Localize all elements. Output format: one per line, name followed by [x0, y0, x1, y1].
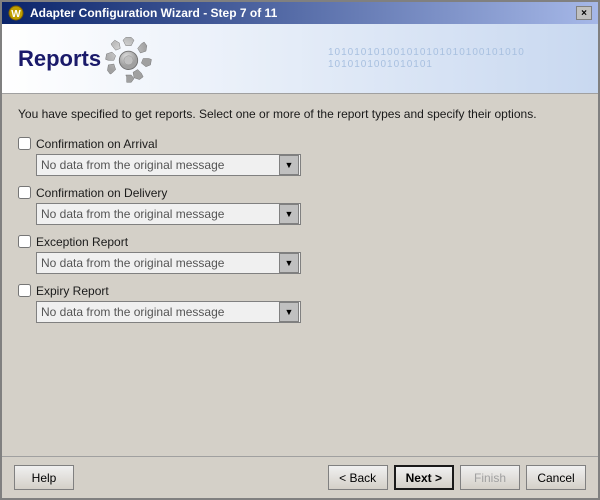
dropdown-wrapper-2: No data from the original message Includ…: [36, 252, 301, 274]
report-item-2: Exception Report No data from the origin…: [18, 235, 582, 274]
checkbox-row-3: Expiry Report: [18, 284, 582, 298]
checkbox-label-1: Confirmation on Delivery: [36, 186, 167, 200]
banner: Reports 10101010100101010101010010101010…: [2, 24, 598, 94]
footer-right: < Back Next > Finish Cancel: [328, 465, 586, 490]
page-title: Reports: [18, 46, 101, 72]
dropdown-expiry-report[interactable]: No data from the original message Includ…: [36, 301, 301, 323]
banner-bg-text: 1010101010010101010101001010101010101001…: [328, 24, 528, 94]
dropdown-exception-report[interactable]: No data from the original message Includ…: [36, 252, 301, 274]
description-text: You have specified to get reports. Selec…: [18, 106, 582, 123]
report-item-1: Confirmation on Delivery No data from th…: [18, 186, 582, 225]
checkbox-label-3: Expiry Report: [36, 284, 109, 298]
cancel-button[interactable]: Cancel: [526, 465, 586, 490]
wizard-icon: W: [8, 5, 24, 21]
dropdown-confirmation-delivery[interactable]: No data from the original message Includ…: [36, 203, 301, 225]
footer-left: Help: [14, 465, 74, 490]
dropdown-wrapper-3: No data from the original message Includ…: [36, 301, 301, 323]
main-window: W Adapter Configuration Wizard - Step 7 …: [0, 0, 600, 500]
checkbox-expiry-report[interactable]: [18, 284, 31, 297]
dropdown-row-2: No data from the original message Includ…: [36, 252, 582, 274]
dropdown-confirmation-arrival[interactable]: No data from the original message Includ…: [36, 154, 301, 176]
dropdown-wrapper-0: No data from the original message Includ…: [36, 154, 301, 176]
checkbox-row-0: Confirmation on Arrival: [18, 137, 582, 151]
dropdown-row-1: No data from the original message Includ…: [36, 203, 582, 225]
report-item-0: Confirmation on Arrival No data from the…: [18, 137, 582, 176]
checkbox-label-0: Confirmation on Arrival: [36, 137, 157, 151]
finish-button[interactable]: Finish: [460, 465, 520, 490]
dropdown-row-0: No data from the original message Includ…: [36, 154, 582, 176]
title-bar-left: W Adapter Configuration Wizard - Step 7 …: [8, 5, 277, 21]
dropdown-wrapper-1: No data from the original message Includ…: [36, 203, 301, 225]
checkbox-confirmation-arrival[interactable]: [18, 137, 31, 150]
svg-text:W: W: [11, 9, 21, 20]
title-bar: W Adapter Configuration Wizard - Step 7 …: [2, 2, 598, 24]
checkbox-row-1: Confirmation on Delivery: [18, 186, 582, 200]
close-button[interactable]: ×: [576, 6, 592, 20]
content-area: You have specified to get reports. Selec…: [2, 94, 598, 456]
checkbox-confirmation-delivery[interactable]: [18, 186, 31, 199]
next-button[interactable]: Next >: [394, 465, 454, 490]
help-button[interactable]: Help: [14, 465, 74, 490]
gear-icon: [101, 31, 156, 86]
checkbox-row-2: Exception Report: [18, 235, 582, 249]
checkbox-label-2: Exception Report: [36, 235, 128, 249]
back-button[interactable]: < Back: [328, 465, 388, 490]
dropdown-row-3: No data from the original message Includ…: [36, 301, 582, 323]
checkbox-exception-report[interactable]: [18, 235, 31, 248]
footer: Help < Back Next > Finish Cancel: [2, 456, 598, 498]
report-item-3: Expiry Report No data from the original …: [18, 284, 582, 323]
window-title: Adapter Configuration Wizard - Step 7 of…: [30, 6, 277, 20]
